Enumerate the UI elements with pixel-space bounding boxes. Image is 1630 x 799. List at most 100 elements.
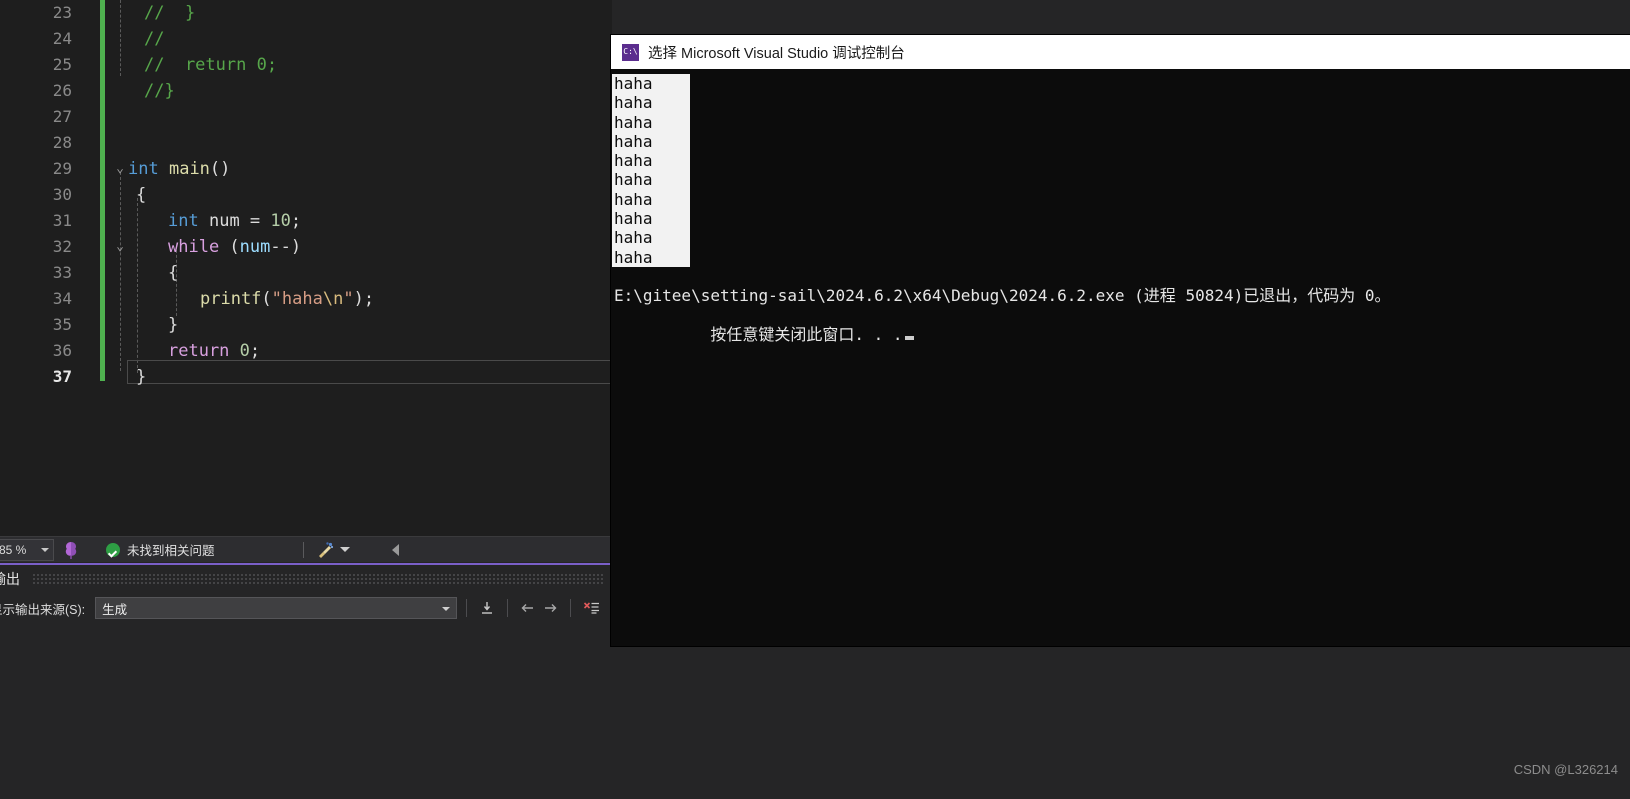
code-line[interactable]: 35}: [0, 312, 612, 338]
code-line[interactable]: 33 {: [0, 260, 612, 286]
line-number: 27: [52, 107, 72, 126]
code-token: );: [353, 289, 375, 309]
code-line[interactable]: 29 ⌄ int main(): [0, 156, 612, 182]
intellicode-icon[interactable]: [60, 539, 82, 561]
console-window[interactable]: C:\ 选择 Microsoft Visual Studio 调试控制台 hah…: [611, 35, 1630, 646]
code-line[interactable]: 30 {: [0, 182, 612, 208]
code-token: ;: [249, 341, 261, 361]
status-no-issues[interactable]: 未找到相关问题: [106, 540, 215, 559]
zoom-level-value: 85 %: [0, 542, 27, 557]
line-number: 30: [52, 185, 72, 204]
code-line-text: {: [136, 182, 146, 208]
code-line-text: int num = 10;: [168, 208, 301, 234]
code-line-text: //: [144, 26, 164, 52]
code-line[interactable]: 37}: [0, 364, 612, 390]
panel-drag-grip[interactable]: [32, 573, 604, 585]
csdn-watermark: CSDN @L326214: [1513, 762, 1618, 777]
code-line[interactable]: 23 // }: [0, 0, 612, 26]
jump-to-icon[interactable]: [476, 598, 498, 618]
code-token: return: [168, 341, 230, 361]
code-token: {: [136, 185, 147, 205]
previous-message-icon[interactable]: [517, 598, 539, 618]
output-panel-title: 输出: [0, 571, 20, 587]
collapse-panel-icon[interactable]: [391, 543, 399, 556]
code-line[interactable]: 34 printf("haha\n");: [0, 286, 612, 312]
code-token: ;: [290, 211, 302, 231]
console-output-line: haha: [614, 131, 653, 151]
fold-chevron-down-icon[interactable]: ⌄: [112, 156, 128, 182]
press-any-key-prompt: 按任意键关闭此窗口. . .: [612, 306, 1630, 364]
output-source-label: 显示输出来源(S):: [0, 602, 86, 617]
line-number: 33: [52, 263, 72, 282]
code-token: num: [239, 237, 271, 257]
code-token: num: [208, 211, 240, 231]
code-line-text: return 0;: [168, 338, 260, 364]
chevron-down-icon: [442, 607, 451, 611]
fold-chevron-down-icon[interactable]: ⌄: [112, 234, 128, 260]
code-token: "haha: [271, 289, 323, 309]
code-line[interactable]: 25 // return 0;: [0, 52, 612, 78]
code-token: //}: [144, 81, 175, 101]
line-number: 34: [52, 289, 72, 308]
toolbar-divider: [466, 599, 468, 617]
code-line-text: }: [136, 364, 146, 390]
code-line-text: {: [168, 260, 178, 286]
code-line-text: // }: [144, 0, 195, 26]
code-line[interactable]: 26 //}: [0, 78, 612, 104]
line-number: 32: [52, 237, 72, 256]
code-token: \n: [322, 289, 344, 309]
console-title-bar[interactable]: C:\ 选择 Microsoft Visual Studio 调试控制台: [611, 35, 1630, 69]
output-source-dropdown[interactable]: 生成: [95, 597, 458, 619]
code-line[interactable]: 27: [0, 104, 612, 130]
code-token: //: [144, 29, 165, 49]
code-token: printf: [200, 289, 262, 309]
code-token: main: [168, 159, 210, 179]
console-cursor: [904, 335, 914, 340]
code-token: }: [168, 315, 179, 335]
code-line[interactable]: 24 //: [0, 26, 612, 52]
console-output-lines: haha haha haha haha haha haha haha haha haha haha: [612, 74, 1630, 267]
app-root: 23// } 24//25// return 0; 26//} 27 28 29 ⌄ int …: [0, 0, 1630, 799]
output-panel-toolbar[interactable]: 显示输出来源(S): 生成: [0, 593, 612, 623]
output-panel-header[interactable]: 输出: [0, 565, 612, 593]
chevron-down-icon: [339, 547, 350, 552]
code-line[interactable]: 31 int num = 10;: [0, 208, 612, 234]
code-line[interactable]: 28: [0, 130, 612, 156]
console-output-line: haha: [614, 170, 653, 190]
line-number: 35: [52, 315, 72, 334]
code-line-text: int main(): [128, 156, 230, 182]
line-number: 31: [52, 211, 72, 230]
code-token: // }: [144, 3, 196, 23]
line-number: 37: [52, 367, 72, 386]
code-line-text: printf("haha\n");: [200, 286, 374, 312]
line-number: 29: [52, 159, 72, 178]
console-window-title: 选择 Microsoft Visual Studio 调试控制台: [648, 45, 905, 62]
process-exit-message: E:\gitee\setting-sail\2024.6.2\x64\Debug…: [614, 286, 1391, 306]
console-output-line: haha: [614, 228, 653, 248]
code-line-text: // return 0;: [144, 52, 277, 78]
code-token: =: [239, 211, 271, 231]
console-output-line: haha: [614, 112, 653, 132]
console-output-line: haha: [614, 93, 653, 113]
code-token: (: [219, 237, 240, 257]
console-output-area[interactable]: haha haha haha haha haha haha haha haha haha haha…: [611, 69, 1630, 646]
code-editor-pane[interactable]: 23// } 24//25// return 0; 26//} 27 28 29 ⌄ int …: [0, 0, 612, 536]
code-line[interactable]: 36 return 0;: [0, 338, 612, 364]
clear-output-icon[interactable]: [580, 598, 602, 618]
output-panel: 输出 显示输出来源(S): 生成: [0, 563, 612, 648]
next-message-icon[interactable]: [539, 598, 561, 618]
code-line[interactable]: 32 ⌄ while (num--): [0, 234, 612, 260]
check-circle-icon: [106, 542, 120, 557]
console-output-line: haha: [614, 74, 653, 93]
console-output-line: haha: [614, 209, 653, 229]
code-lines-container[interactable]: 23// } 24//25// return 0; 26//} 27 28 29 ⌄ int …: [0, 0, 612, 536]
line-number: 23: [52, 3, 72, 22]
toolbar-divider: [570, 599, 572, 617]
zoom-level-combo[interactable]: 85 %: [0, 538, 54, 561]
code-cleanup-button[interactable]: [316, 540, 350, 559]
line-number: 36: [52, 341, 72, 360]
output-source-value: 生成: [102, 602, 128, 617]
code-token: --): [270, 237, 302, 257]
